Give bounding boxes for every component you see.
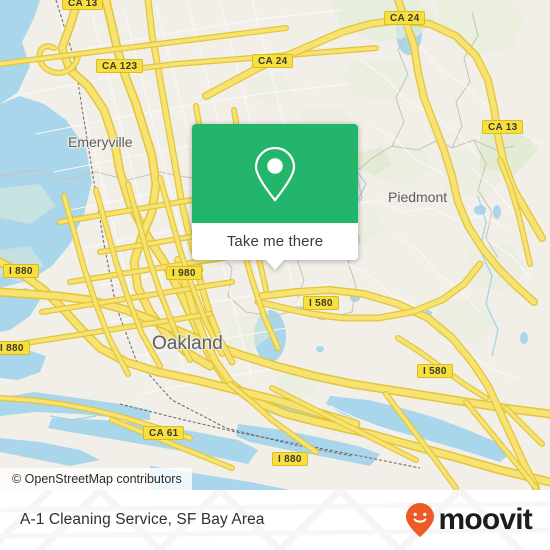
route-shield-ca24: CA 24 bbox=[252, 54, 294, 68]
route-shield-ca24-north: CA 24 bbox=[384, 11, 426, 25]
osm-attribution[interactable]: © OpenStreetMap contributors bbox=[0, 468, 192, 490]
osm-attribution-text: © OpenStreetMap contributors bbox=[12, 472, 182, 486]
map-screenshot: .water { fill:#a9d6ea; } .park { fill:#d… bbox=[0, 0, 550, 550]
route-shield-i580-east: I 580 bbox=[417, 364, 453, 378]
route-shield-i880-southwest: I 880 bbox=[0, 341, 30, 355]
route-shield-i880-south: I 880 bbox=[272, 452, 308, 466]
footer-place-title: A-1 Cleaning Service, SF Bay Area bbox=[20, 490, 265, 550]
map-pin-icon bbox=[254, 146, 296, 202]
moovit-wordmark: moovit bbox=[438, 503, 532, 536]
route-shield-i580-north: I 580 bbox=[303, 296, 339, 310]
route-shield-ca61: CA 61 bbox=[143, 426, 185, 440]
route-shield-ca123: CA 123 bbox=[96, 59, 144, 73]
place-label-oakland: Oakland bbox=[152, 333, 223, 354]
footer-bar: A-1 Cleaning Service, SF Bay Area moovit bbox=[0, 490, 550, 550]
route-shield-i980: I 980 bbox=[166, 266, 202, 280]
callout-pin-area bbox=[192, 124, 358, 223]
location-callout-card[interactable]: Take me there bbox=[192, 124, 358, 270]
place-label-emeryville: Emeryville bbox=[68, 134, 133, 150]
route-shield-ca13-east: CA 13 bbox=[482, 120, 524, 134]
moovit-smiley-pin-icon bbox=[406, 503, 435, 537]
map-canvas[interactable]: .water { fill:#a9d6ea; } .park { fill:#d… bbox=[0, 0, 550, 490]
place-label-piedmont: Piedmont bbox=[388, 189, 448, 205]
route-shield-ca13-north: CA 13 bbox=[62, 0, 104, 10]
take-me-there-label: Take me there bbox=[226, 233, 324, 250]
route-shield-i880-west: I 880 bbox=[3, 264, 39, 278]
callout-action-bar[interactable]: Take me there bbox=[192, 223, 358, 270]
footer-place-title-text: A-1 Cleaning Service, SF Bay Area bbox=[20, 511, 265, 528]
moovit-brand[interactable]: moovit bbox=[405, 490, 533, 550]
callout-pointer-tail bbox=[266, 260, 284, 270]
